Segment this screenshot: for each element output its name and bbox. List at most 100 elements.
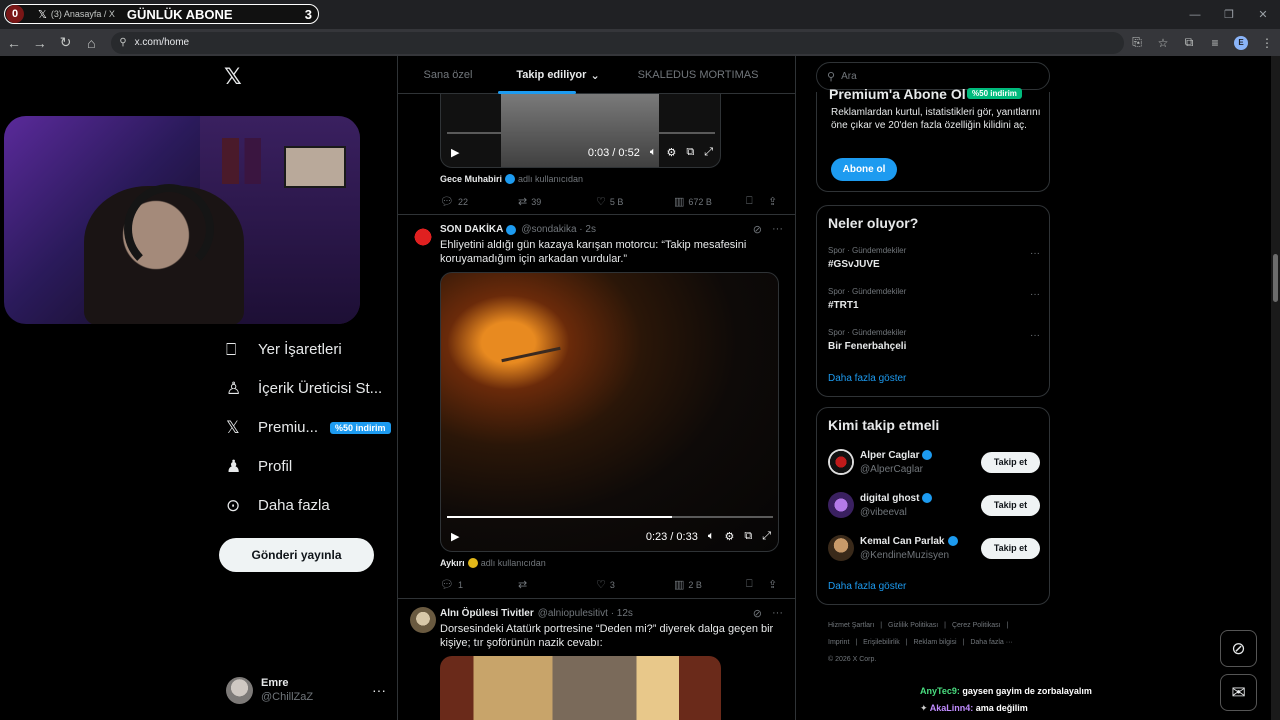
avatar[interactable] bbox=[828, 492, 854, 518]
close-icon[interactable]: ✕ bbox=[1246, 0, 1280, 29]
reply-button[interactable]: 💬︎ 1 bbox=[440, 578, 518, 591]
retweet-button[interactable]: ⇄ 39 bbox=[518, 195, 596, 208]
footer-link[interactable]: Çerez Politikası bbox=[952, 622, 1001, 629]
browser-menu-icon[interactable]: ⋮ bbox=[1254, 32, 1280, 54]
views-button[interactable]: ▥ 672 B bbox=[674, 195, 746, 208]
restore-icon[interactable]: ❐ bbox=[1212, 0, 1246, 29]
more-icon[interactable]: ··· bbox=[772, 607, 783, 620]
pip-icon[interactable]: ⧉ bbox=[744, 530, 752, 543]
messages-button[interactable]: ✉ bbox=[1220, 674, 1257, 711]
nav-item-bookmarks[interactable]: ⎕ Yer İşaretleri bbox=[220, 330, 396, 369]
grok-icon[interactable]: ⊘ bbox=[753, 607, 762, 620]
more-icon[interactable]: ··· bbox=[372, 682, 386, 698]
bookmark-button[interactable]: ⎕ bbox=[746, 578, 768, 591]
trends-show-more[interactable]: Daha fazla göster bbox=[828, 373, 906, 384]
volume-icon[interactable]: 🔈︎ bbox=[650, 146, 657, 159]
follow-suggestion[interactable]: Kemal Can Parlak @KendineMuzisyen Takip … bbox=[828, 533, 1040, 563]
footer-link[interactable]: Daha fazla ··· bbox=[970, 639, 1012, 646]
tab-list[interactable]: SKALEDUS MORTIMAS bbox=[618, 56, 778, 94]
footer-link[interactable]: Gizlilik Politikası bbox=[888, 622, 938, 629]
more-icon[interactable]: ··· bbox=[1030, 248, 1040, 259]
page-scrollbar[interactable] bbox=[1271, 56, 1280, 720]
author-handle[interactable]: @alniopulesitivt · 12s bbox=[538, 608, 633, 619]
avatar[interactable] bbox=[828, 535, 854, 561]
avatar[interactable] bbox=[828, 449, 854, 475]
nav-label: İçerik Üreticisi St... bbox=[258, 380, 383, 397]
more-icon[interactable]: ··· bbox=[772, 223, 783, 236]
footer-link[interactable]: Imprint bbox=[828, 639, 849, 646]
more-icon[interactable]: ··· bbox=[1030, 289, 1040, 300]
grok-icon[interactable]: ⊘ bbox=[753, 223, 762, 236]
tweet-video[interactable]: ▶ 0:23 / 0:33 🔈︎ ⚙ ⧉ ⤢ bbox=[440, 272, 779, 552]
home-icon[interactable]: ⌂ bbox=[79, 31, 103, 55]
like-button[interactable]: ♡ 3 bbox=[596, 578, 674, 591]
extensions-icon[interactable]: ⧉ bbox=[1176, 32, 1202, 54]
forward-icon[interactable]: → bbox=[28, 31, 52, 55]
site-info-icon[interactable]: ⚲ bbox=[119, 37, 126, 48]
suggestion-name[interactable]: Alper Caglar bbox=[860, 450, 919, 461]
trend-item[interactable]: Spor · Gündemdekiler #GSvJUVE ··· bbox=[828, 246, 1040, 270]
nav-item-more[interactable]: ⊙ Daha fazla bbox=[220, 486, 396, 525]
nav-item-creator-studio[interactable]: ♙ İçerik Üreticisi St... bbox=[220, 369, 396, 408]
browser-tab-title[interactable]: (3) Anasayfa / X bbox=[51, 9, 115, 19]
trend-item[interactable]: Spor · Gündemdekiler Bir Fenerbahçeli ··… bbox=[828, 328, 1040, 352]
follow-button[interactable]: Takip et bbox=[981, 537, 1040, 559]
author-handle[interactable]: @sondakika · 2s bbox=[521, 224, 596, 235]
minimize-icon[interactable]: — bbox=[1178, 0, 1212, 29]
bookmark-star-icon[interactable]: ☆ bbox=[1150, 32, 1176, 54]
url-field[interactable]: ⚲ x.com/home bbox=[111, 31, 1124, 54]
account-switcher[interactable]: Emre @ChillZaZ ··· bbox=[226, 674, 386, 706]
video-progress-bar[interactable] bbox=[447, 132, 715, 134]
play-icon[interactable]: ▶ bbox=[451, 146, 459, 159]
more-icon[interactable]: ··· bbox=[1030, 330, 1040, 341]
pip-icon[interactable]: ⧉ bbox=[686, 146, 694, 159]
fullscreen-icon[interactable]: ⤢ bbox=[762, 530, 771, 543]
tweet-video[interactable]: ▶ 0:03 / 0:52 🔈︎ ⚙ ⧉ ⤢ bbox=[440, 94, 721, 168]
trend-item[interactable]: Spor · Gündemdekiler #TRT1 ··· bbox=[828, 287, 1040, 311]
footer-link[interactable]: Erişilebilirlik bbox=[863, 639, 900, 646]
x-logo-icon[interactable]: 𝕏 bbox=[224, 64, 248, 89]
volume-icon[interactable]: 🔈︎ bbox=[708, 530, 715, 543]
settings-icon[interactable]: ⚙ bbox=[724, 530, 734, 543]
settings-icon[interactable]: ⚙ bbox=[666, 146, 676, 159]
suggestion-name[interactable]: Kemal Can Parlak bbox=[860, 536, 945, 547]
media-icon[interactable]: ≡ bbox=[1202, 32, 1228, 54]
post-button[interactable]: Gönderi yayınla bbox=[219, 538, 374, 572]
profile-avatar[interactable]: E bbox=[1234, 35, 1248, 50]
fullscreen-icon[interactable]: ⤢ bbox=[704, 146, 713, 159]
bookmark-button[interactable]: ⎕ bbox=[746, 195, 768, 208]
source-name[interactable]: Gece Muhabiri bbox=[440, 174, 502, 184]
follow-suggestion[interactable]: Alper Caglar @AlperCaglar Takip et bbox=[828, 447, 1040, 477]
source-name[interactable]: Aykırı bbox=[440, 558, 465, 568]
back-icon[interactable]: ← bbox=[2, 31, 26, 55]
author-name[interactable]: SON DAKİKA bbox=[440, 224, 503, 235]
like-button[interactable]: ♡ 5 B bbox=[596, 195, 674, 208]
follow-suggestion[interactable]: digital ghost @vibeeval Takip et bbox=[828, 490, 1040, 520]
follow-button[interactable]: Takip et bbox=[981, 494, 1040, 516]
grok-button[interactable]: ⊘ bbox=[1220, 630, 1257, 667]
share-button[interactable]: ⇪ bbox=[768, 195, 786, 208]
tab-following[interactable]: Takip ediliyor ⌄ bbox=[498, 56, 618, 94]
tweet-image[interactable] bbox=[440, 656, 721, 720]
nav-item-premium[interactable]: 𝕏 Premiu... %50 indirim bbox=[220, 408, 396, 447]
avatar[interactable] bbox=[410, 224, 436, 250]
views-button[interactable]: ▥ 2 B bbox=[674, 578, 746, 591]
who-to-follow-show-more[interactable]: Daha fazla göster bbox=[828, 581, 906, 592]
reply-button[interactable]: 💬︎ 22 bbox=[440, 195, 518, 208]
play-icon[interactable]: ▶ bbox=[451, 530, 459, 543]
share-button[interactable]: ⇪ bbox=[768, 578, 786, 591]
retweet-button[interactable]: ⇄ bbox=[518, 578, 596, 591]
scrollbar-thumb[interactable] bbox=[1273, 254, 1278, 302]
reload-icon[interactable]: ↻ bbox=[54, 31, 78, 55]
install-app-icon[interactable]: ⎘ bbox=[1124, 32, 1150, 54]
follow-button[interactable]: Takip et bbox=[981, 451, 1040, 473]
tab-for-you[interactable]: Sana özel bbox=[398, 56, 498, 94]
footer-link[interactable]: Hizmet Şartları bbox=[828, 622, 874, 629]
suggestion-name[interactable]: digital ghost bbox=[860, 493, 919, 504]
video-progress-bar[interactable] bbox=[447, 516, 773, 518]
avatar[interactable] bbox=[410, 607, 436, 633]
nav-item-profile[interactable]: ♟ Profil bbox=[220, 447, 396, 486]
author-name[interactable]: Alnı Öpülesi Tivitler bbox=[440, 608, 534, 619]
footer-link[interactable]: Reklam bilgisi bbox=[913, 639, 956, 646]
subscribe-button[interactable]: Abone ol bbox=[831, 158, 897, 181]
